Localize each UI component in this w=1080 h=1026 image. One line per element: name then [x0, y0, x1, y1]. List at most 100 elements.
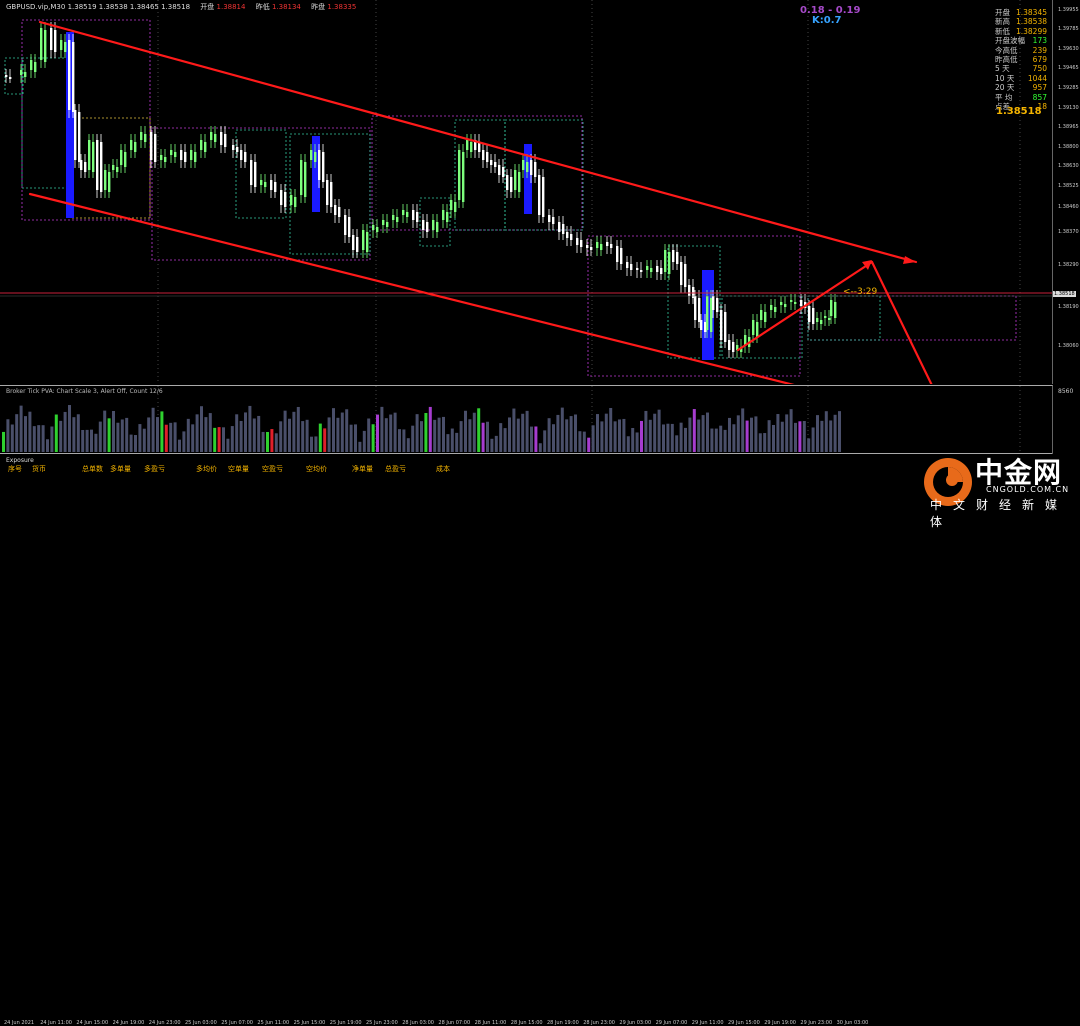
chart-window: GBPUSD.vip,M30 1.38519 1.38538 1.38465 1…	[0, 0, 1080, 1026]
price-panel[interactable]: GBPUSD.vip,M30 1.38519 1.38538 1.38465 1…	[0, 0, 1053, 384]
volume-bar	[450, 428, 454, 452]
volume-bar	[508, 417, 511, 452]
volume-bar	[173, 422, 177, 452]
time-tick-label: 29 Jun 11:00	[691, 1020, 724, 1026]
time-tick-label: 28 Jun 23:00	[583, 1020, 615, 1026]
candle-body	[458, 150, 461, 200]
time-tick-label: 28 Jun 19:00	[547, 1020, 579, 1026]
close-value: 1.38335	[327, 3, 357, 11]
candle-body	[672, 250, 675, 262]
stat-value: 1.38345	[1015, 8, 1047, 17]
price-tick-label: 1.38290	[1058, 262, 1079, 268]
volume-bar	[358, 441, 362, 452]
volume-bar	[164, 424, 168, 452]
candle-body	[834, 302, 837, 318]
volume-bar	[178, 439, 181, 452]
candle-body	[264, 182, 267, 187]
exposure-column-label: 净单量	[352, 465, 373, 473]
candle-body	[214, 134, 217, 142]
time-tick-label: 29 Jun 23:00	[800, 1020, 833, 1026]
volume-bar	[217, 427, 221, 452]
volume-bar	[213, 427, 217, 452]
candle-body	[310, 150, 313, 160]
stat-row: 今高低 239	[995, 46, 1047, 55]
volume-bar	[270, 429, 274, 452]
candle-body	[530, 160, 533, 175]
volume-bar	[288, 418, 291, 452]
candle-body	[518, 172, 521, 192]
candle-body	[154, 134, 157, 162]
volume-bar	[37, 425, 41, 452]
candle-body	[144, 134, 147, 142]
candle-body	[454, 202, 457, 212]
time-tick-label: 25 Jun 23:00	[366, 1020, 398, 1026]
volume-bar	[684, 427, 687, 452]
candle-body	[134, 142, 137, 152]
candle-body	[698, 298, 701, 322]
candle-body	[356, 237, 359, 252]
candle-body	[392, 215, 395, 220]
candle-body	[514, 170, 517, 190]
candle-body	[68, 40, 71, 110]
stat-value: 1.38299	[1015, 26, 1047, 36]
volume-bar	[151, 407, 155, 452]
volume-bar	[569, 416, 573, 452]
volume-bar	[76, 414, 80, 452]
price-tick-label: 1.38460	[1058, 204, 1079, 210]
candle-body	[562, 224, 565, 234]
volume-bar	[424, 413, 428, 452]
volume-bar	[63, 411, 67, 452]
volume-bar	[138, 424, 142, 452]
volume-bar	[15, 414, 19, 452]
candle-body	[606, 242, 609, 246]
volume-bar	[301, 421, 305, 452]
candle-body	[112, 165, 115, 170]
candle-body	[586, 245, 589, 248]
price-tick-label: 1.38370	[1058, 229, 1079, 235]
candle-body	[180, 150, 183, 160]
volume-bar	[824, 411, 828, 452]
candle-body	[436, 222, 439, 232]
volume-bar	[327, 417, 331, 452]
candle-body	[5, 75, 8, 77]
candle-body	[824, 316, 827, 318]
candle-body	[526, 162, 529, 172]
candle-body	[326, 180, 329, 205]
current-price-tag: 1.38518	[1053, 291, 1076, 297]
exposure-column-label: 序号	[8, 465, 22, 473]
candle-body	[486, 152, 489, 162]
volume-bar	[169, 422, 173, 452]
candle-body	[490, 160, 493, 165]
candle-body	[716, 298, 719, 312]
candle-body	[610, 244, 613, 248]
volume-bar	[701, 415, 705, 452]
volume-bar	[147, 417, 151, 452]
exposure-column-label: 多均价	[196, 465, 217, 473]
price-tick-label: 1.38630	[1058, 163, 1079, 169]
volume-bar	[191, 424, 195, 452]
volume-bar	[494, 435, 498, 452]
candle-body	[756, 322, 759, 337]
volume-bar	[98, 421, 102, 452]
exposure-column-label: 空单量	[228, 465, 249, 473]
candle-body	[558, 222, 561, 232]
price-tick-label: 1.39785	[1058, 26, 1079, 32]
candle-body	[244, 152, 247, 162]
volume-bar	[19, 405, 23, 452]
exposure-panel: Exposure	[0, 453, 1052, 510]
volume-bar	[662, 424, 665, 452]
volume-bar	[706, 412, 709, 452]
time-tick-label: 28 Jun 07:00	[438, 1020, 471, 1026]
candle-body	[450, 200, 453, 210]
time-axis[interactable]: 24 Jun 2021 24 Jun 11:00 24 Jun 15:00 24 Ju…	[0, 509, 1052, 1026]
volume-bar	[464, 410, 467, 452]
candle-body	[108, 172, 111, 192]
exposure-column-label: 多盈亏	[144, 465, 165, 473]
volume-bar	[697, 419, 701, 452]
time-tick-label: 28 Jun 03:00	[402, 1020, 434, 1026]
volume-bar	[248, 405, 252, 452]
candle-body	[636, 268, 639, 270]
candle-body	[338, 207, 341, 217]
volume-bar	[283, 410, 287, 452]
volume-panel[interactable]: Broker Tick PVA: Chart Scale 3, Alert Of…	[0, 385, 1073, 454]
